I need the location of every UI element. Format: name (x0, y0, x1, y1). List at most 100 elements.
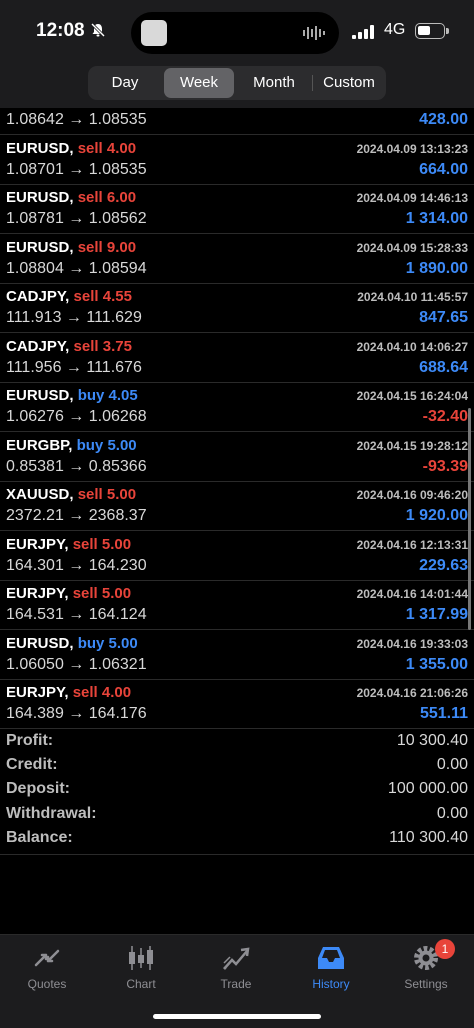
arrow-icon: → (68, 160, 85, 178)
tab-history[interactable]: History (286, 943, 376, 999)
close-price: 1.08562 (88, 210, 147, 227)
deal-row[interactable]: EURUSD, sell 9.00 2024.04.09 15:28:33 1.08… (0, 235, 474, 284)
trade-side: buy (76, 436, 104, 454)
deal-row[interactable]: EURUSD, sell 4.00 2024.04.09 13:13:23 1.08… (0, 136, 474, 185)
deal-date: 2024.04.16 09:46:20 (356, 488, 468, 502)
close-price: 111.629 (86, 309, 142, 326)
deal-symbol: EURGBP, buy 5.00 (6, 437, 137, 454)
open-price: 1.06050 (6, 655, 64, 673)
open-price: 111.956 (6, 358, 62, 376)
open-price: 111.913 (6, 309, 62, 326)
deal-date: 2024.04.09 14:46:13 (356, 191, 468, 205)
deal-row[interactable]: XAUUSD, sell 5.00 2024.04.16 09:46:20 2372… (0, 482, 474, 531)
symbol-name: EURUSD, (6, 139, 74, 157)
arrow-icon: → (68, 705, 85, 722)
cellular-signal-icon (352, 25, 374, 39)
trade-volume: 5.00 (108, 634, 138, 652)
close-price: 1.06321 (88, 655, 147, 673)
close-price: 164.124 (88, 606, 147, 623)
arrow-icon: → (68, 259, 85, 277)
deal-symbol: XAUUSD, sell 5.00 (6, 486, 136, 503)
tab-trade[interactable]: Trade (191, 943, 281, 999)
symbol-name: CADJPY, (6, 337, 70, 355)
deal-prices: 111.956 → 111.676 (6, 359, 142, 377)
open-price: 1.08781 (6, 210, 64, 227)
deal-prices: 1.06276 → 1.06268 (6, 408, 147, 426)
summary-label: Deposit: (6, 780, 70, 798)
deal-row[interactable]: EURJPY, sell 5.00 2024.04.16 12:13:31 164.… (0, 532, 474, 581)
deal-date: 2024.04.16 12:13:31 (356, 537, 468, 552)
scrollbar[interactable] (468, 408, 471, 630)
deal-row[interactable]: EURGBP, buy 5.00 2024.04.15 19:28:12 0.853… (0, 433, 474, 482)
deal-row[interactable]: CADJPY, sell 3.75 2024.04.10 14:06:27 111.… (0, 334, 474, 383)
symbol-name: EURUSD, (6, 238, 74, 256)
close-price: 1.06268 (88, 408, 147, 425)
deal-row[interactable]: EURUSD, buy 4.05 2024.04.15 16:24:04 1.062… (0, 383, 474, 432)
deal-date: 2024.04.16 14:01:44 (356, 587, 468, 601)
settings-notification-badge: 1 (435, 939, 455, 959)
quotes-icon (34, 949, 60, 967)
trade-volume: 9.00 (106, 238, 137, 256)
deal-date: 2024.04.09 15:28:33 (356, 240, 468, 255)
deal-row[interactable]: EURJPY, sell 5.00 2024.04.16 14:01:44 164.… (0, 581, 474, 630)
deal-date: 2024.04.15 19:28:12 (356, 438, 468, 453)
deal-row[interactable]: EURUSD, sell 6.00 2024.04.09 14:46:13 1.08… (0, 185, 474, 234)
summary-row: Withdrawal: 0.00 (0, 805, 474, 829)
trade-side: sell (72, 684, 98, 701)
tab-quotes[interactable]: Quotes (2, 943, 92, 999)
deal-row[interactable]: 1.08642 → 1.08535 428.00 (0, 86, 474, 135)
deal-profit: -93.39 (422, 457, 468, 475)
deal-prices: 1.08781 → 1.08562 (6, 210, 147, 228)
deal-profit: 664.00 (419, 160, 468, 178)
arrow-icon: → (68, 655, 85, 673)
trade-volume: 5.00 (107, 436, 137, 454)
arrow-icon: → (68, 606, 85, 623)
close-price: 0.85366 (88, 457, 147, 475)
arrow-icon: → (65, 358, 82, 376)
trade-volume: 4.05 (108, 387, 138, 404)
summary-value: 100 000.00 (387, 780, 468, 798)
open-price: 164.301 (6, 556, 64, 574)
arrow-icon: → (68, 111, 85, 128)
open-price: 0.85381 (6, 457, 64, 475)
tab-chart[interactable]: Chart (96, 943, 186, 999)
deal-symbol: CADJPY, sell 3.75 (6, 338, 132, 355)
tab-label: Trade (220, 977, 252, 991)
summary-row: Deposit: 100 000.00 (0, 780, 474, 804)
deal-profit: 688.64 (419, 358, 468, 376)
trade-volume: 5.00 (106, 486, 137, 503)
trade-side: sell (72, 585, 98, 602)
summary-value: 0.00 (436, 756, 468, 774)
battery-icon (415, 23, 445, 39)
deal-date: 2024.04.16 19:33:03 (356, 636, 468, 651)
arrow-icon: → (68, 408, 85, 425)
open-price: 164.389 (6, 705, 64, 722)
close-price: 164.230 (88, 556, 147, 574)
close-price: 1.08594 (88, 259, 147, 277)
deal-profit: 1 890.00 (405, 259, 468, 277)
tab-settings[interactable]: 1 Settings (381, 939, 471, 999)
deal-row[interactable]: EURUSD, buy 5.00 2024.04.16 19:33:03 1.060… (0, 631, 474, 680)
tab-label: Chart (126, 977, 156, 991)
deal-symbol: EURUSD, sell 6.00 (6, 189, 136, 206)
deal-prices: 1.06050 → 1.06321 (6, 656, 147, 674)
deal-row[interactable]: CADJPY, sell 4.55 2024.04.10 11:45:57 111.… (0, 284, 474, 333)
deal-date: 2024.04.10 14:06:27 (356, 339, 468, 354)
symbol-name: EURJPY, (6, 535, 69, 553)
deal-prices: 1.08804 → 1.08594 (6, 260, 147, 278)
summary-value: 10 300.40 (396, 732, 468, 749)
tab-label: Settings (404, 977, 448, 991)
deal-profit: 1 920.00 (405, 507, 468, 524)
symbol-name: EURUSD, (6, 189, 74, 206)
arrow-icon: → (68, 457, 85, 475)
trade-volume: 6.00 (106, 189, 137, 206)
summary-value: 110 300.40 (389, 828, 468, 846)
summary-row: Credit: 0.00 (0, 756, 474, 780)
deal-symbol: EURJPY, sell 5.00 (6, 536, 131, 553)
deal-date: 2024.04.10 11:45:57 (357, 290, 468, 304)
trade-side: sell (77, 139, 103, 157)
deal-row[interactable]: EURJPY, sell 4.00 2024.04.16 21:06:26 164.… (0, 680, 474, 729)
trade-icon (223, 947, 250, 970)
trade-volume: 4.55 (102, 288, 132, 305)
home-indicator[interactable] (153, 1014, 321, 1019)
